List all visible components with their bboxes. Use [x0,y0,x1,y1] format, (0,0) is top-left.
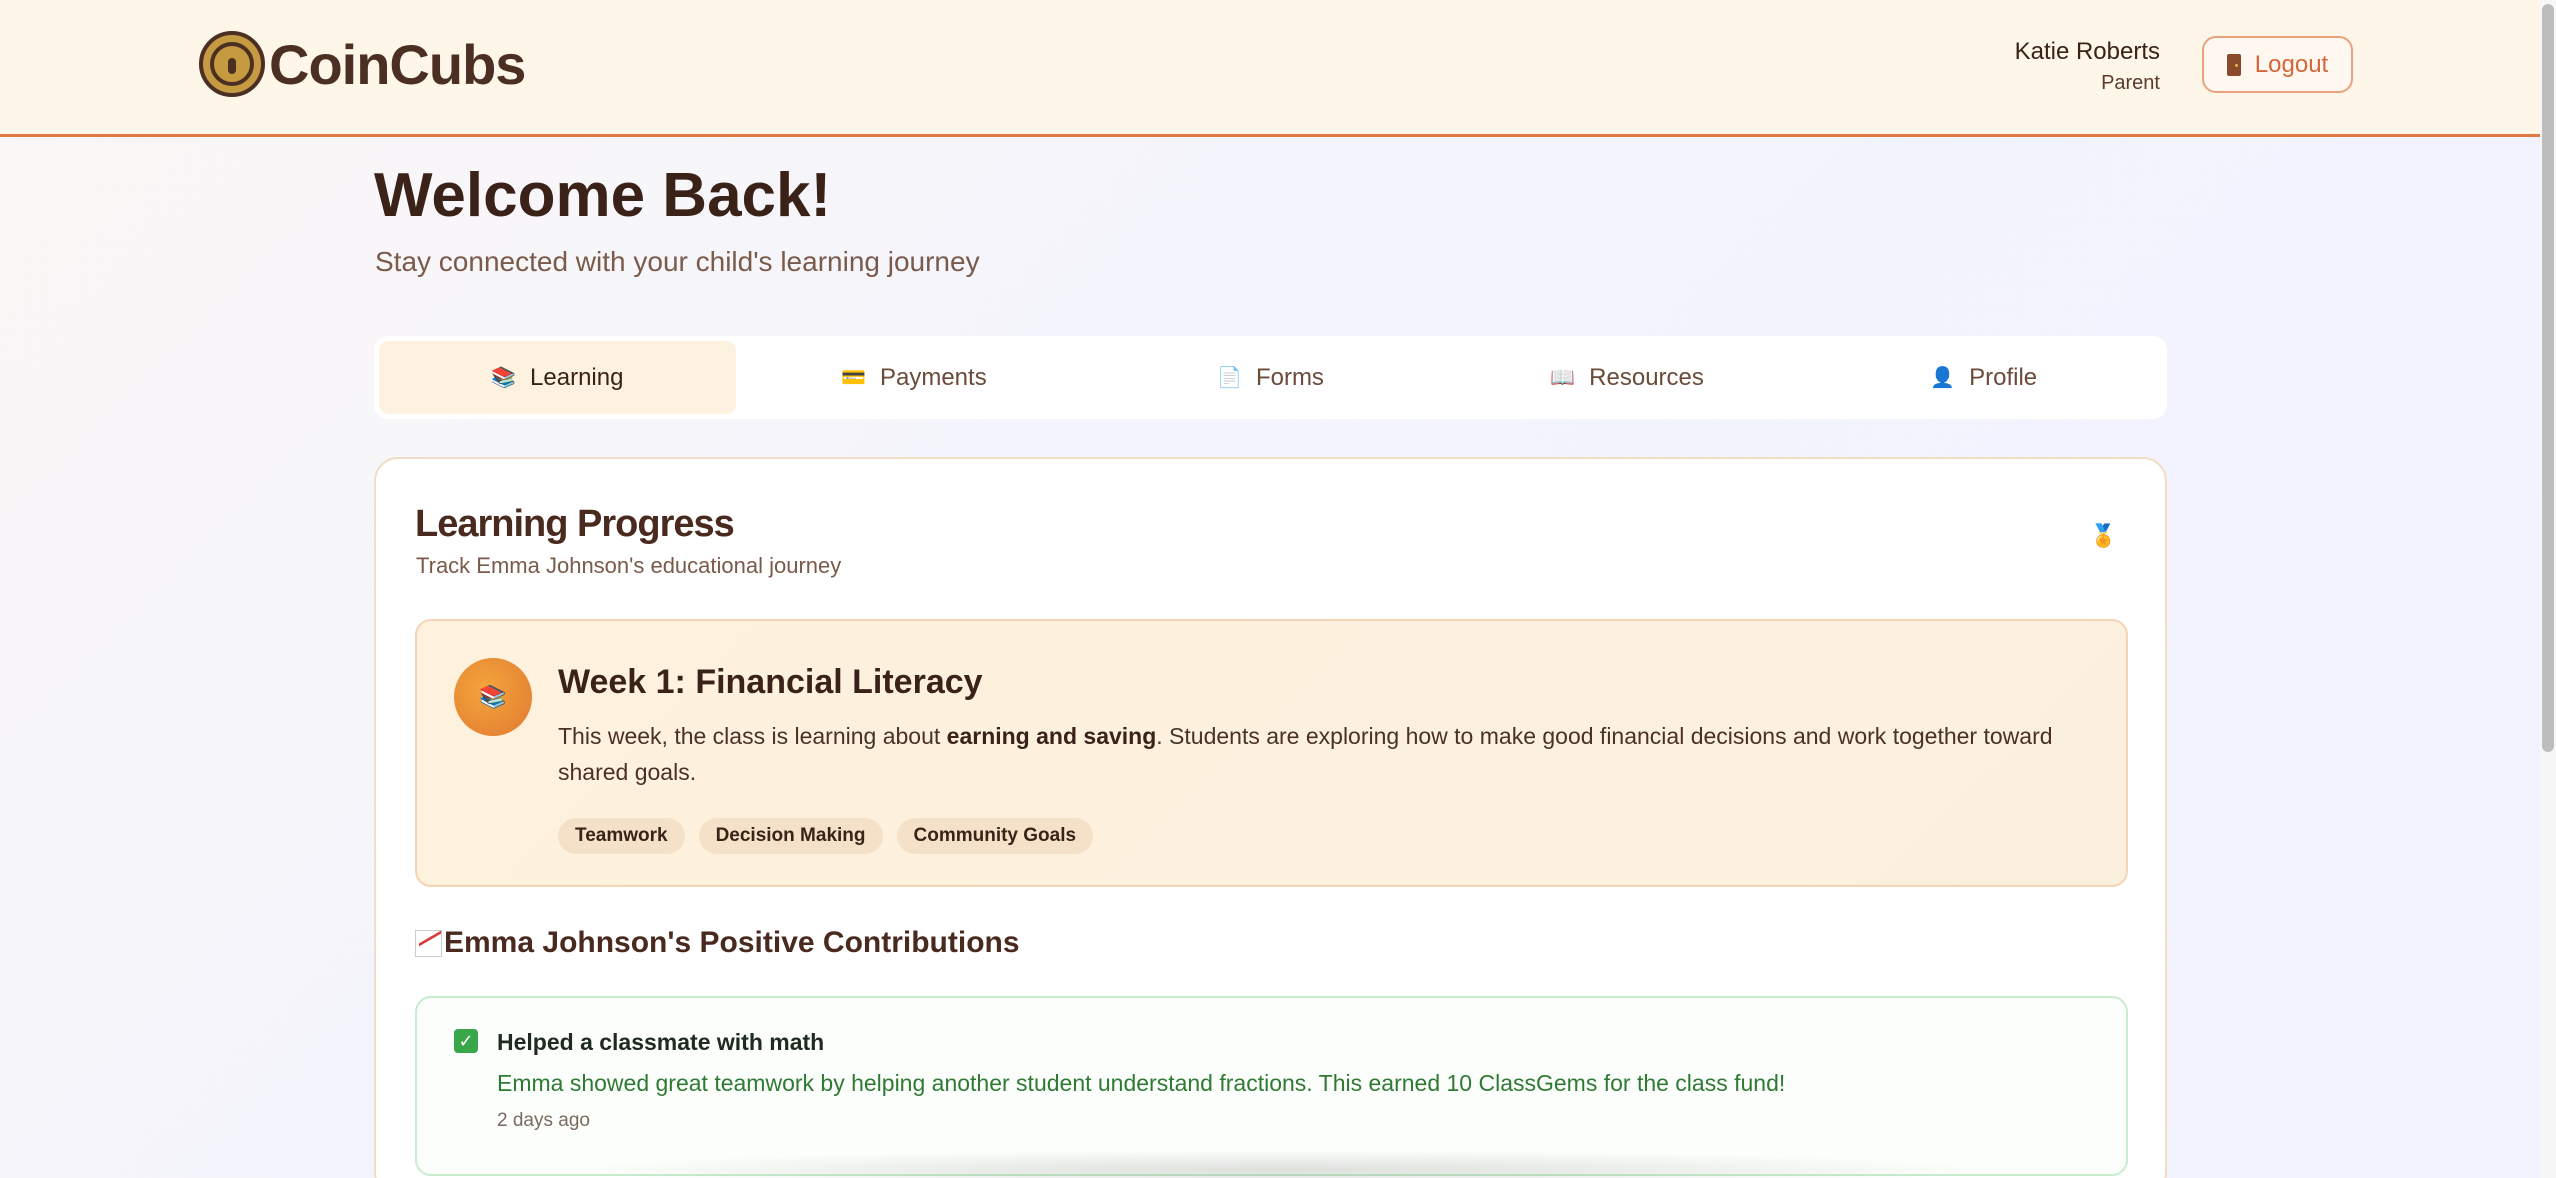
app-header: CoinCubs Katie Roberts Parent Logout [0,0,2540,137]
open-book-icon: 📖 [1550,367,1576,389]
logout-label: Logout [2254,50,2329,78]
week-card: 📚 Week 1: Financial Literacy This week, … [415,619,2128,887]
tab-label: Payments [879,363,987,391]
tab-label: Forms [1255,363,1324,391]
topic-tag: Community Goals [896,818,1094,854]
medal-icon: 🏅 [2089,523,2117,548]
tab-forms[interactable]: 📄 Forms [1092,341,1449,414]
user-role: Parent [2101,72,2160,94]
contribution-title: Helped a classmate with math [497,1029,825,1055]
learning-progress-card: Learning Progress Track Emma Johnson's e… [374,457,2167,1178]
logout-button[interactable]: Logout [2202,36,2353,93]
scrollbar-thumb[interactable] [2542,4,2554,752]
section-subtitle: Track Emma Johnson's educational journey [416,553,842,578]
chart-increasing-icon [415,929,442,957]
user-name: Katie Roberts [2014,38,2160,65]
tab-label: Resources [1589,363,1704,391]
check-mark-icon: ✓ [454,1029,478,1053]
week-description: This week, the class is learning about e… [558,723,2053,785]
tab-label: Learning [530,363,624,391]
tab-bar: 📚 Learning 💳 Payments 📄 Forms 📖 Resource… [374,336,2167,419]
tab-profile[interactable]: 👤 Profile [1805,341,2162,414]
tab-resources[interactable]: 📖 Resources [1449,341,1806,414]
tab-label: Profile [1969,363,2038,391]
section-title: Learning Progress [415,503,735,545]
tab-learning[interactable]: 📚 Learning [379,341,736,414]
user-info: Katie Roberts Parent [2015,38,2160,95]
contributions-heading: Emma Johnson's Positive Contributions [415,926,1020,960]
page-title: Welcome Back! [374,161,832,230]
logo[interactable]: CoinCubs [199,31,526,97]
contribution-description: Emma showed great teamwork by helping an… [497,1070,1786,1096]
page-subtitle: Stay connected with your child's learnin… [375,246,980,277]
logo-text: CoinCubs [269,32,526,96]
user-icon: 👤 [1930,367,1956,389]
document-icon: 📄 [1217,367,1242,389]
books-icon: 📚 [454,658,532,736]
topic-tags: Teamwork Decision Making Community Goals [558,818,1094,854]
contribution-item: ✓ Helped a classmate with math Emma show… [415,996,2128,1176]
topic-tag: Decision Making [698,818,883,854]
tab-payments[interactable]: 💳 Payments [736,341,1093,414]
contribution-time: 2 days ago [497,1110,590,1131]
door-icon [2226,53,2241,76]
credit-card-icon: 💳 [841,367,866,389]
topic-tag: Teamwork [558,818,685,854]
coin-logo-icon [199,31,265,97]
week-title: Week 1: Financial Literacy [558,663,983,701]
books-icon: 📚 [491,367,517,389]
